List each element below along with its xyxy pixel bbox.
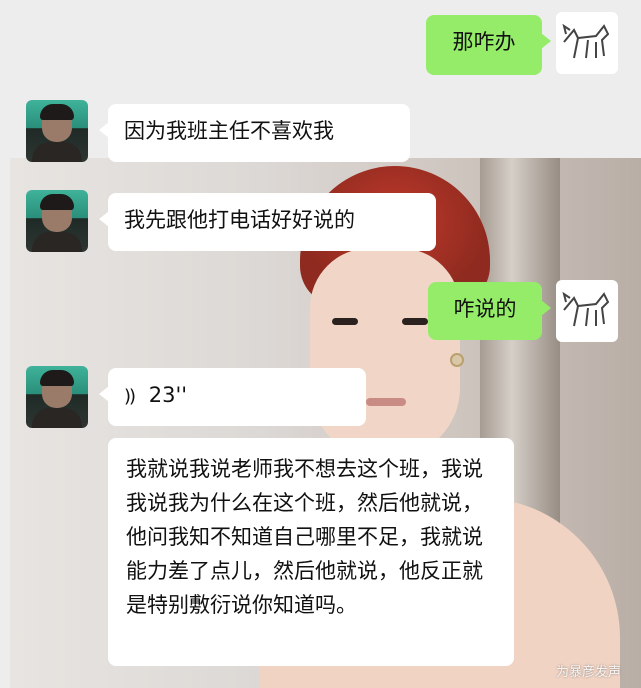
message-text: 咋说的 <box>453 297 517 321</box>
voice-message-bubble[interactable]: )) 23'' <box>99 368 366 426</box>
self-avatar[interactable] <box>556 280 618 342</box>
transcription-text: 我就说我说老师我不想去这个班，我说我说我为什么在这个班，然后他就说，他问我知不知… <box>126 457 483 617</box>
voice-wave-icon: )) <box>124 386 136 407</box>
voice-duration: 23'' <box>148 383 188 407</box>
contact-avatar[interactable] <box>26 100 88 162</box>
self-avatar[interactable] <box>556 12 618 74</box>
photo-earring <box>450 353 464 367</box>
message-text: 我先跟他打电话好好说的 <box>124 208 355 232</box>
photo-mouth <box>366 398 406 406</box>
message-bubble-2[interactable]: 因为我班主任不喜欢我 <box>99 104 410 162</box>
message-bubble-3[interactable]: 我先跟他打电话好好说的 <box>99 193 436 251</box>
voice-transcription-bubble[interactable]: 我就说我说老师我不想去这个班，我说我说我为什么在这个班，然后他就说，他问我知不知… <box>108 438 514 666</box>
photo-eye-left <box>332 318 358 325</box>
cartoon-animal-icon <box>562 23 610 59</box>
contact-avatar[interactable] <box>26 366 88 428</box>
message-bubble-4[interactable]: 咋说的 <box>428 282 551 340</box>
photo-face <box>310 248 460 458</box>
message-bubble-1[interactable]: 那咋办 <box>426 15 551 75</box>
watermark: 为暴彦发声 <box>555 665 621 680</box>
photo-eye-right <box>402 318 428 325</box>
contact-avatar[interactable] <box>26 190 88 252</box>
message-text: 因为我班主任不喜欢我 <box>124 119 334 143</box>
cartoon-animal-icon <box>562 291 610 327</box>
message-text: 那咋办 <box>452 30 516 54</box>
